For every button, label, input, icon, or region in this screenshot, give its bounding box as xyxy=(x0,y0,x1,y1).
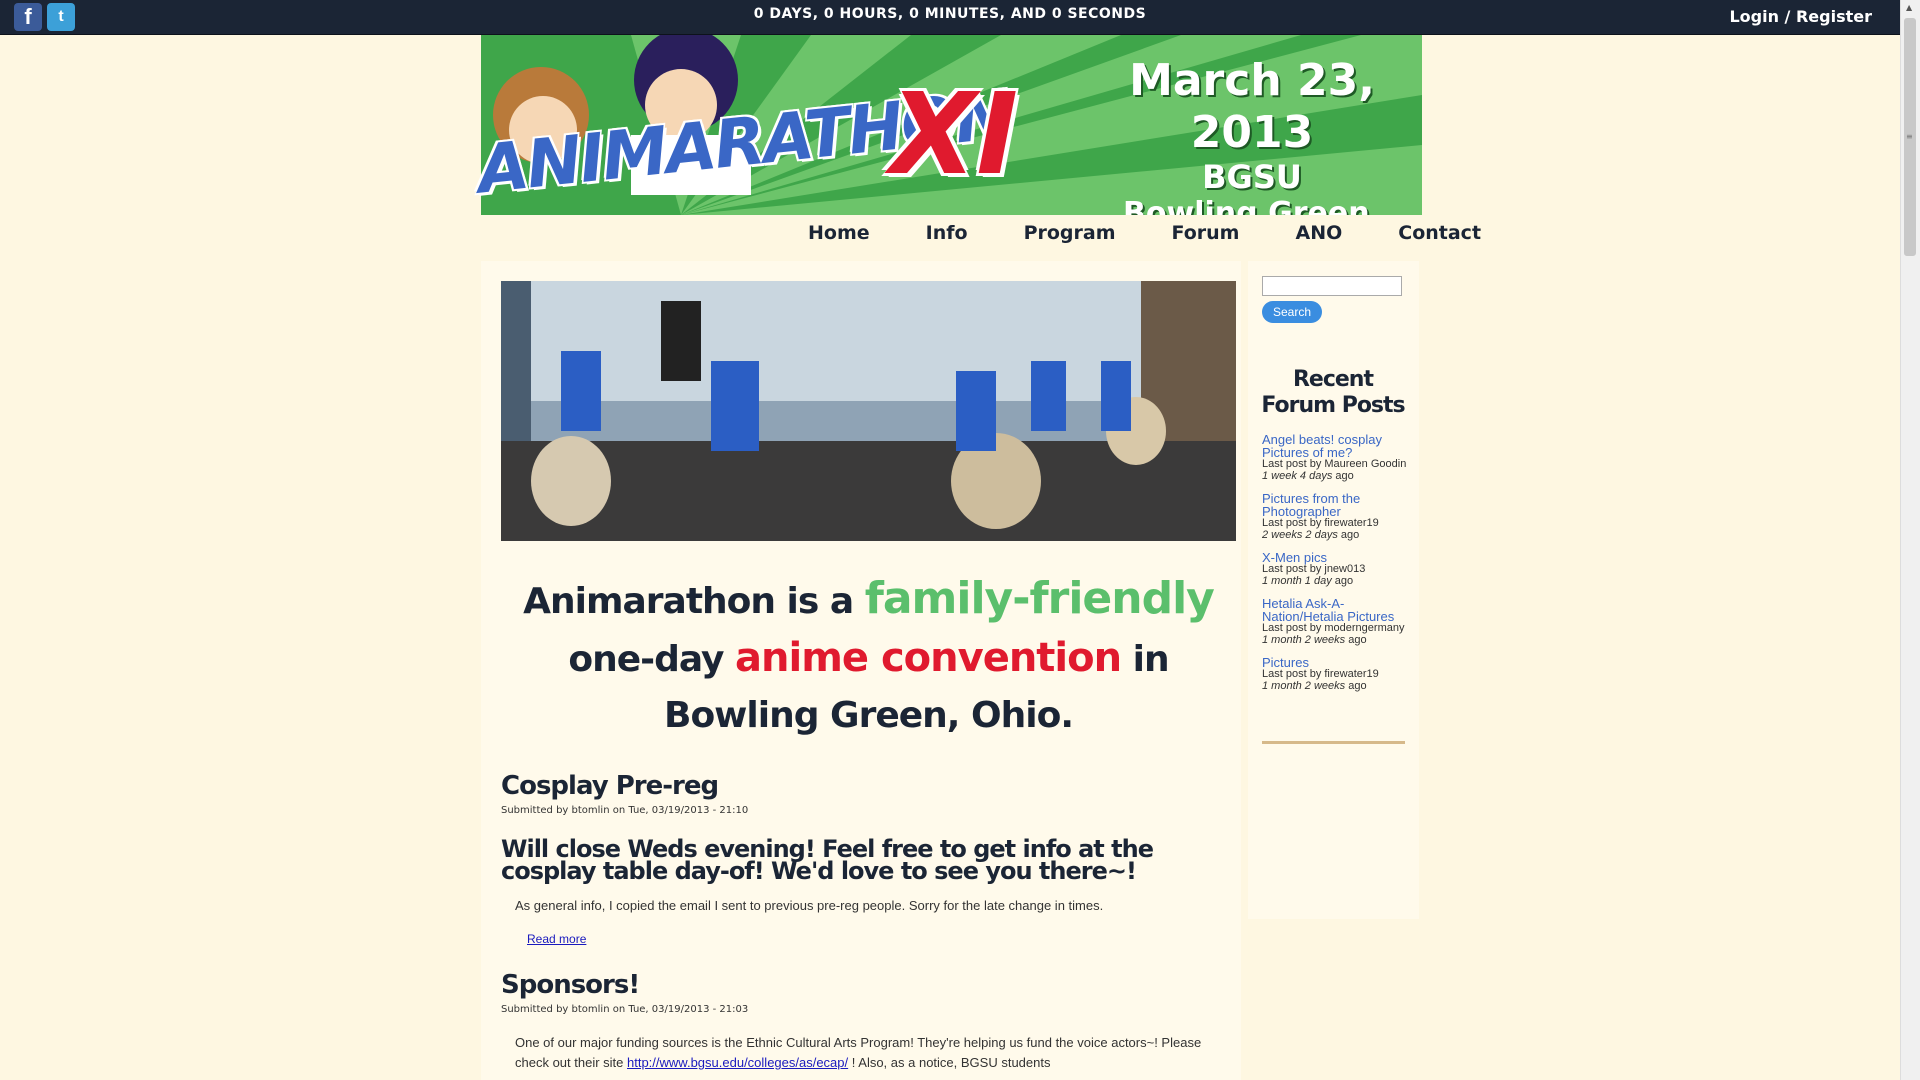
separator: / xyxy=(1784,7,1791,26)
tagline-family-friendly: family-friendly xyxy=(864,573,1215,624)
countdown-timer: 0 DAYS, 0 HOURS, 0 MINUTES, AND 0 SECOND… xyxy=(753,6,1147,22)
hero-photo xyxy=(501,281,1236,541)
scrollbar[interactable]: ▲ ≡ xyxy=(1900,0,1920,1080)
main-content: Animarathon is a family-friendly one-day… xyxy=(481,261,1241,1080)
tagline-line-3: Bowling Green, Ohio. xyxy=(664,695,1074,736)
post-body: As general info, I copied the email I se… xyxy=(515,898,1104,913)
tagline-text: in xyxy=(1132,639,1170,680)
post-body: One of our major funding sources is the … xyxy=(501,1033,1231,1073)
forum-post-author: Last post by jnew013 xyxy=(1262,563,1366,575)
ecap-link[interactable]: http://www.bgsu.edu/colleges/as/ecap/ xyxy=(627,1055,848,1070)
logo-numeral: XI xyxy=(890,70,1019,200)
forum-post-age-suffix: ago xyxy=(1340,529,1360,541)
post-title[interactable]: Sponsors! xyxy=(501,970,1231,1000)
forum-post-age: 2 weeks 2 days ago xyxy=(1262,529,1410,541)
nav-home[interactable]: Home xyxy=(780,222,898,252)
forum-post-author: Last post by firewater19 xyxy=(1262,668,1379,680)
tagline-anime-convention: anime convention xyxy=(735,635,1122,681)
forum-post-author: Last post by moderngermany xyxy=(1262,622,1405,634)
nav-ano[interactable]: ANO xyxy=(1267,222,1370,252)
login-link[interactable]: Login xyxy=(1729,7,1779,26)
scroll-up-arrow-icon[interactable]: ▲ xyxy=(1906,3,1912,12)
event-venue: BGSU xyxy=(1202,158,1302,196)
forum-post-list: Angel beats! cosplay Pictures of me? Las… xyxy=(1262,433,1410,702)
post-meta: Submitted by btomlin on Tue, 03/19/2013 … xyxy=(501,805,749,816)
forum-post-age-suffix: ago xyxy=(1348,634,1367,646)
list-item: Pictures Last post by firewater19 1 mont… xyxy=(1262,656,1410,692)
list-item: Hetalia Ask-A-Nation/Hetalia Pictures La… xyxy=(1262,597,1410,646)
forum-post-link[interactable]: Hetalia Ask-A-Nation/Hetalia Pictures xyxy=(1262,597,1410,623)
post-meta: Submitted by btomlin on Tue, 03/19/2013 … xyxy=(501,1004,749,1015)
forum-post-age-value: 2 weeks 2 days xyxy=(1262,529,1338,541)
register-link[interactable]: Register xyxy=(1796,7,1872,26)
list-item: Pictures from the Photographer Last post… xyxy=(1262,492,1410,541)
forum-post-age: 1 week 4 days ago xyxy=(1262,470,1410,482)
tagline: Animarathon is a family-friendly one-day… xyxy=(501,571,1236,744)
account-links: Login / Register xyxy=(1729,7,1872,26)
heading-line-2: Forum Posts xyxy=(1261,393,1405,418)
forum-post-age-suffix: ago xyxy=(1348,680,1367,692)
tagline-line-2: one-day anime convention in xyxy=(501,630,1236,688)
nav-program[interactable]: Program xyxy=(996,222,1144,252)
taiko-drummers-photo xyxy=(501,281,1236,541)
forum-post-age-suffix: ago xyxy=(1334,575,1354,587)
forum-post-age-value: 1 month 2 weeks xyxy=(1262,680,1346,692)
read-more-link[interactable]: Read more xyxy=(501,932,1231,946)
tagline-text: Animarathon is a xyxy=(523,581,854,622)
forum-post-age: 1 month 2 weeks ago xyxy=(1262,634,1410,646)
scroll-grip-icon: ≡ xyxy=(1906,132,1913,141)
post-headline: Will close Weds evening! Feel free to ge… xyxy=(501,835,1154,885)
list-item: Angel beats! cosplay Pictures of me? Las… xyxy=(1262,433,1410,482)
tagline-text: one-day xyxy=(568,639,724,680)
search-input[interactable] xyxy=(1262,276,1402,296)
post-body-text: ! Also, as a notice, BGSU students xyxy=(851,1055,1051,1070)
list-item: X-Men pics Last post by jnew013 1 month … xyxy=(1262,551,1410,587)
forum-post-age-suffix: ago xyxy=(1335,470,1354,482)
divider xyxy=(1262,741,1405,744)
post-sponsors: Sponsors! Submitted by btomlin on Tue, 0… xyxy=(501,970,1231,1073)
forum-post-author: Last post by Maureen Goodin xyxy=(1262,458,1407,470)
forum-post-link[interactable]: Angel beats! cosplay Pictures of me? xyxy=(1262,433,1410,459)
nav-forum[interactable]: Forum xyxy=(1144,222,1268,252)
recent-forum-posts-heading: Recent Forum Posts xyxy=(1258,367,1408,419)
forum-post-author: Last post by firewater19 xyxy=(1262,517,1379,529)
heading-line-1: Recent xyxy=(1292,367,1374,392)
forum-post-age-value: 1 month 2 weeks xyxy=(1262,634,1346,646)
top-bar: f t 0 DAYS, 0 HOURS, 0 MINUTES, AND 0 SE… xyxy=(0,0,1900,35)
nav-contact[interactable]: Contact xyxy=(1370,222,1509,252)
forum-post-age-value: 1 week 4 days xyxy=(1262,470,1333,482)
sidebar: Search Recent Forum Posts Angel beats! c… xyxy=(1248,261,1419,919)
forum-post-age: 1 month 2 weeks ago xyxy=(1262,680,1410,692)
event-date: March 23, 2013 xyxy=(1129,55,1375,158)
nav-info[interactable]: Info xyxy=(898,222,996,252)
post-title[interactable]: Cosplay Pre-reg xyxy=(501,771,1231,801)
event-city: Bowling Green, OH xyxy=(1123,196,1381,215)
forum-post-age-value: 1 month 1 day xyxy=(1262,575,1332,587)
event-info: March 23, 2013 BGSU Bowling Green, OH xyxy=(1102,55,1402,215)
search-button[interactable]: Search xyxy=(1262,301,1322,323)
main-nav: Home Info Program Forum ANO Contact xyxy=(780,222,1509,252)
forum-post-link[interactable]: Pictures from the Photographer xyxy=(1262,492,1410,518)
tagline-line-1: Animarathon is a family-friendly xyxy=(501,571,1236,630)
post-cosplay-prereg: Cosplay Pre-reg Submitted by btomlin on … xyxy=(501,771,1231,946)
forum-post-age: 1 month 1 day ago xyxy=(1262,575,1410,587)
